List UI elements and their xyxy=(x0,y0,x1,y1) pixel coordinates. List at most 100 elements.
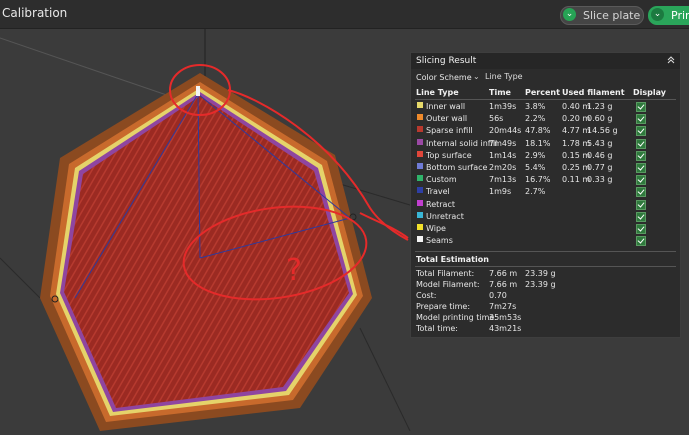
line-type-name: Top surface xyxy=(426,150,472,160)
line-type-name: Unretract xyxy=(426,211,464,221)
weight-cell: 0.60 g xyxy=(587,114,613,124)
top-toolbar: Calibration ⌄ Slice plate ⌄ Print xyxy=(0,0,689,29)
panel-header: Slicing Result xyxy=(411,53,680,69)
display-checkbox[interactable] xyxy=(636,138,646,149)
length-cell: 0.15 m xyxy=(562,150,591,160)
seam-marker xyxy=(196,86,200,96)
line-type-name: Retract xyxy=(426,199,455,209)
length-cell: 4.77 m xyxy=(562,126,591,136)
table-row: Sparse infill 20m44s 47.8% 4.77 m 14.56 g xyxy=(411,125,680,137)
wire-line xyxy=(359,327,411,432)
line-type-swatch xyxy=(417,175,423,182)
line-type-name: Outer wall xyxy=(426,114,468,124)
slicing-result-panel: Slicing Result Color Scheme ⌄ Line Type … xyxy=(410,52,681,338)
line-type-swatch xyxy=(417,187,423,194)
weight-cell: 5.43 g xyxy=(587,138,613,148)
percent-cell: 16.7% xyxy=(525,175,551,185)
line-type-swatch xyxy=(417,138,423,145)
3d-viewport[interactable]: ? Slicing Result Color Scheme ⌄ Line Typ… xyxy=(0,28,689,432)
estimation-row: Prepare time: 7m27s xyxy=(411,302,680,313)
estimation-label: Prepare time: xyxy=(416,302,471,311)
length-cell: 1.78 m xyxy=(562,138,591,148)
display-checkbox[interactable] xyxy=(636,187,646,198)
slice-plate-label: Slice plate xyxy=(583,9,641,22)
estimation-row: Total Filament: 7.66 m 23.39 g xyxy=(411,269,680,280)
table-row: Internal solid infill 7m49s 18.1% 1.78 m 5.4… xyxy=(411,138,680,150)
line-type-name: Sparse infill xyxy=(426,126,473,136)
table-row: Wipe xyxy=(411,223,680,235)
display-checkbox[interactable] xyxy=(636,126,646,137)
question-mark-annotation: ? xyxy=(286,253,302,288)
estimation-label: Cost: xyxy=(416,291,437,300)
line-type-name: Seams xyxy=(426,236,453,246)
collapse-icon[interactable] xyxy=(666,55,676,65)
line-type-swatch xyxy=(417,126,423,133)
estimation-label: Total Filament: xyxy=(416,269,475,278)
display-checkbox[interactable] xyxy=(636,102,646,112)
color-scheme-value: Line Type xyxy=(485,72,523,81)
wire-line xyxy=(0,257,41,299)
display-checkbox[interactable] xyxy=(636,114,646,125)
col-line-type: Line Type xyxy=(416,88,459,97)
line-type-name: Inner wall xyxy=(426,102,466,111)
percent-cell: 2.7% xyxy=(525,187,546,197)
line-type-swatch xyxy=(417,236,423,243)
table-row: Custom 7m13s 16.7% 0.11 m 0.33 g xyxy=(411,174,680,186)
time-cell: 1m14s xyxy=(489,150,517,160)
print-label: Print xyxy=(671,9,689,22)
chevron-down-icon: ⌄ xyxy=(473,72,480,81)
weight-cell: 1.23 g xyxy=(587,102,613,111)
display-checkbox[interactable] xyxy=(636,211,646,222)
display-checkbox[interactable] xyxy=(636,224,646,234)
estimation-value: 7.66 m xyxy=(489,280,518,289)
length-cell: 0.20 m xyxy=(562,114,591,124)
estimation-row: Model printing time: 35m53s xyxy=(411,313,680,324)
annotation-arrow xyxy=(359,212,409,239)
time-cell: 7m13s xyxy=(489,175,517,185)
line-type-swatch xyxy=(417,224,423,230)
line-type-swatch xyxy=(417,211,423,218)
length-cell: 0.11 m xyxy=(562,175,591,185)
time-cell: 7m49s xyxy=(489,138,517,148)
estimation-value: 7.66 m xyxy=(489,269,518,278)
line-type-name: Bottom surface xyxy=(426,163,488,172)
color-scheme-select[interactable]: ⌄ Line Type xyxy=(471,71,571,84)
weight-cell: 14.56 g xyxy=(587,126,618,136)
display-checkbox[interactable] xyxy=(636,150,646,161)
wire-line xyxy=(0,37,191,104)
display-checkbox[interactable] xyxy=(636,163,646,173)
window-title: Calibration xyxy=(2,6,68,20)
col-time: Time xyxy=(489,88,511,97)
panel-title: Slicing Result xyxy=(416,56,477,66)
weight-cell: 0.46 g xyxy=(587,150,613,160)
slice-plate-button[interactable]: ⌄ Slice plate xyxy=(560,6,644,25)
chevron-down-icon[interactable]: ⌄ xyxy=(651,8,664,21)
display-checkbox[interactable] xyxy=(636,236,646,247)
estimation-value: 23.39 g xyxy=(525,269,556,278)
length-cell: 0.40 m xyxy=(562,102,591,111)
estimation-value: 35m53s xyxy=(489,313,522,322)
percent-cell: 3.8% xyxy=(525,102,546,111)
table-row: Unretract xyxy=(411,211,680,223)
line-type-name: Internal solid infill xyxy=(426,138,498,148)
table-row: Outer wall 56s 2.2% 0.20 m 0.60 g xyxy=(411,113,680,125)
display-checkbox[interactable] xyxy=(636,199,646,210)
col-display: Display xyxy=(633,88,666,97)
time-cell: 1m9s xyxy=(489,187,512,197)
table-row: Seams xyxy=(411,235,680,247)
line-type-swatch xyxy=(417,150,423,157)
table-row: Inner wall 1m39s 3.8% 0.40 m 1.23 g xyxy=(411,101,680,113)
print-button[interactable]: ⌄ Print xyxy=(648,6,689,25)
time-cell: 1m39s xyxy=(489,102,517,111)
estimation-value: 43m21s xyxy=(489,324,522,333)
estimation-label: Total time: xyxy=(416,324,458,333)
time-cell: 56s xyxy=(489,114,504,124)
line-type-swatch xyxy=(417,163,423,169)
percent-cell: 2.2% xyxy=(525,114,546,124)
display-checkbox[interactable] xyxy=(636,175,646,186)
divider xyxy=(415,266,676,267)
estimation-label: Model Filament: xyxy=(416,280,480,289)
chevron-down-icon[interactable]: ⌄ xyxy=(563,8,576,21)
col-percent: Percent xyxy=(525,88,560,97)
estimation-row: Model Filament: 7.66 m 23.39 g xyxy=(411,280,680,291)
